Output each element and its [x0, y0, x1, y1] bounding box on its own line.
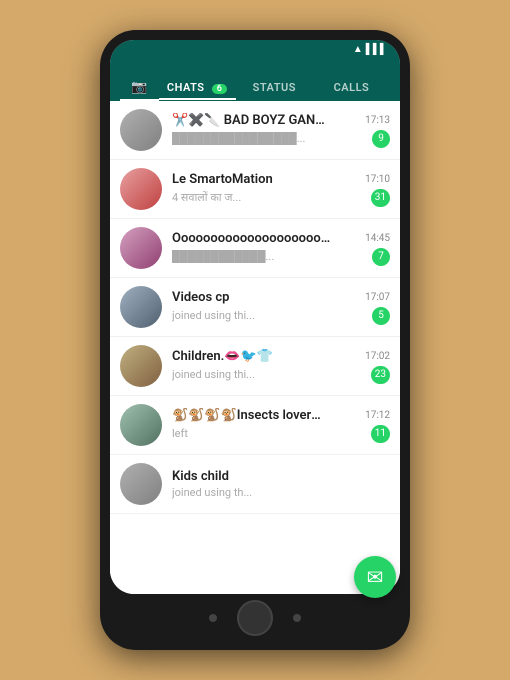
signal-icon: ▌▌▌ [366, 44, 387, 55]
chat-item[interactable]: Oooooooooooooooooooooo... 14:45 ██████████… [110, 219, 400, 278]
chat-item[interactable]: ✂️✖️🔪 BAD BOYZ GANG... 17:13 █████████████… [110, 101, 400, 160]
chat-time: 17:13 [365, 115, 390, 126]
chat-name: ✂️✖️🔪 BAD BOYZ GANG... [172, 113, 332, 128]
unread-badge: 5 [372, 307, 390, 325]
chat-item[interactable]: 🐒🐒🐒🐒Insects lover🐒🐒... 17:12 left 11 [110, 396, 400, 455]
chat-time: 17:12 [365, 410, 390, 421]
chat-preview: ████████████... [172, 250, 274, 263]
avatar [120, 345, 162, 387]
home-button[interactable] [237, 600, 273, 636]
avatar [120, 227, 162, 269]
status-bar: ▲ ▌▌▌ [110, 40, 400, 58]
chat-content: Kids child joined using th... [172, 469, 390, 499]
unread-badge: 23 [371, 366, 390, 384]
chat-time: 17:07 [365, 292, 390, 303]
avatar [120, 109, 162, 151]
phone-bottom [110, 594, 400, 640]
avatar [120, 168, 162, 210]
unread-badge: 11 [371, 425, 390, 443]
chats-badge: 6 [212, 84, 228, 94]
chat-content: Oooooooooooooooooooooo... 14:45 ██████████… [172, 231, 390, 266]
chat-name: Videos cp [172, 290, 230, 305]
avatar [120, 404, 162, 446]
unread-badge: 31 [371, 189, 390, 207]
chat-content: Le SmartoMation 17:10 4 सवालों का ज... 31 [172, 172, 390, 207]
chat-name: 🐒🐒🐒🐒Insects lover🐒🐒... [172, 408, 332, 423]
chat-preview: left [172, 427, 188, 440]
chat-preview: joined using th... [172, 486, 252, 499]
chat-preview: 4 सवालों का ज... [172, 190, 241, 205]
chat-content: ✂️✖️🔪 BAD BOYZ GANG... 17:13 █████████████… [172, 113, 390, 148]
chat-time: 14:45 [365, 233, 390, 244]
tab-calls[interactable]: CALLS [313, 73, 390, 100]
tab-status[interactable]: STATUS [236, 73, 313, 100]
phone-screen: ▲ ▌▌▌ 📷 CHATS 6 STATUS CALLS [110, 40, 400, 594]
avatar [120, 463, 162, 505]
chat-name: Oooooooooooooooooooooo... [172, 231, 332, 246]
nav-back [209, 614, 217, 622]
chat-item[interactable]: Le SmartoMation 17:10 4 सवालों का ज... 31 [110, 160, 400, 219]
avatar [120, 286, 162, 328]
tab-bar: 📷 CHATS 6 STATUS CALLS [120, 72, 390, 101]
unread-badge: 9 [372, 130, 390, 148]
chat-item[interactable]: Videos cp 17:07 joined using thi... 5 [110, 278, 400, 337]
phone-frame: ▲ ▌▌▌ 📷 CHATS 6 STATUS CALLS [100, 30, 410, 650]
chat-item[interactable]: Kids child joined using th... [110, 455, 400, 514]
chat-preview: ████████████████... [172, 132, 305, 145]
tab-chats[interactable]: CHATS 6 [159, 73, 236, 100]
status-icons: ▲ ▌▌▌ [353, 44, 390, 55]
nav-recent [293, 614, 301, 622]
app-header: 📷 CHATS 6 STATUS CALLS [110, 58, 400, 101]
chat-name: Le SmartoMation [172, 172, 273, 187]
chat-item[interactable]: Children.👄🐦👕 17:02 joined using thi... 23 [110, 337, 400, 396]
chat-name: Children.👄🐦👕 [172, 349, 273, 364]
chat-time: 17:10 [365, 174, 390, 185]
chat-preview: joined using thi... [172, 309, 255, 322]
chat-content: Videos cp 17:07 joined using thi... 5 [172, 290, 390, 325]
chat-list: ✂️✖️🔪 BAD BOYZ GANG... 17:13 █████████████… [110, 101, 400, 594]
new-chat-fab[interactable]: ✉ [354, 556, 396, 594]
tab-camera[interactable]: 📷 [120, 72, 159, 101]
chat-name: Kids child [172, 469, 229, 484]
chat-preview: joined using thi... [172, 368, 255, 381]
unread-badge: 7 [372, 248, 390, 266]
chat-content: Children.👄🐦👕 17:02 joined using thi... 23 [172, 349, 390, 384]
chat-time: 17:02 [365, 351, 390, 362]
wifi-icon: ▲ [353, 44, 363, 55]
chat-content: 🐒🐒🐒🐒Insects lover🐒🐒... 17:12 left 11 [172, 408, 390, 443]
